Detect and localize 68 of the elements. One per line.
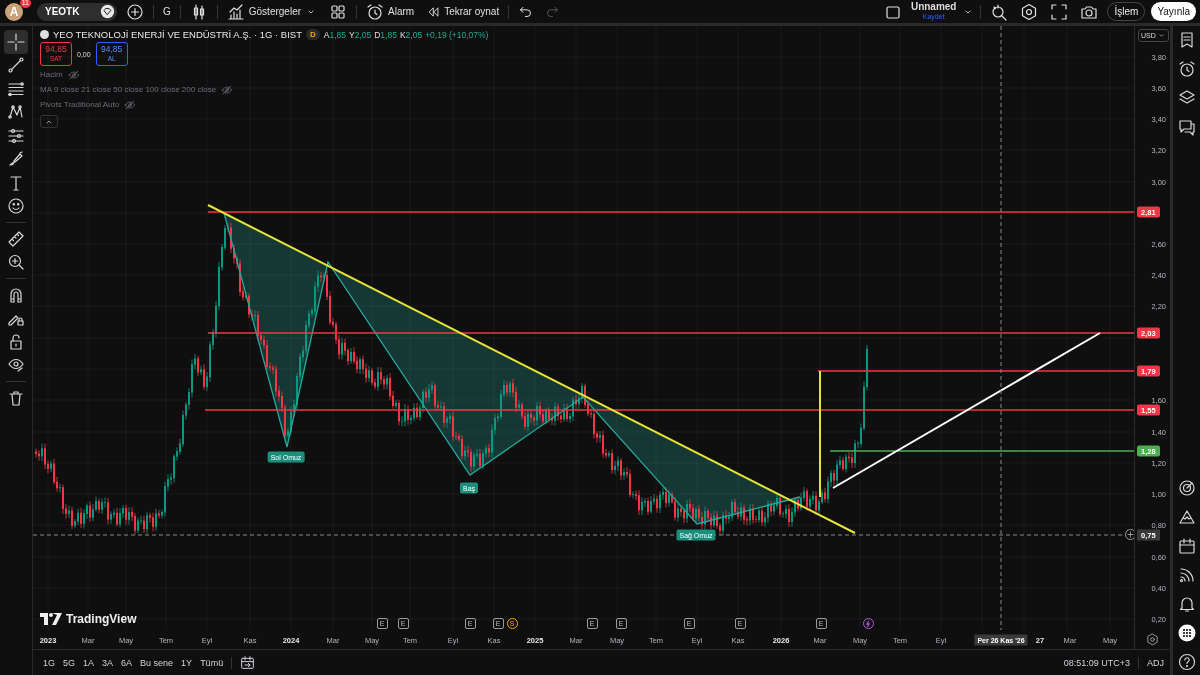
range-button[interactable]: Bu sene <box>140 657 174 668</box>
range-button[interactable]: 1G <box>43 657 55 668</box>
publish-button[interactable]: Yayınla <box>1151 2 1196 21</box>
symbol-search-field[interactable]: YEOTK <box>37 2 117 21</box>
chart-icon <box>226 2 245 21</box>
smiley-icon <box>7 197 25 216</box>
price-change: +0,19 (+10,07%) <box>425 29 489 40</box>
symbol-title: YEO TEKNOLOJİ ENERJİ VE ENDÜSTRİ A.Ş. · 1G · BIST <box>53 29 302 40</box>
trend-line-icon <box>7 56 25 75</box>
lock-icon <box>7 332 25 351</box>
calendar-icon[interactable] <box>1177 537 1196 555</box>
market-status-badge: D <box>306 29 320 40</box>
zigzag-pattern-icon <box>7 103 25 122</box>
logo-text: TradingView <box>66 612 137 626</box>
apps-icon[interactable] <box>1177 624 1196 642</box>
target-icon[interactable] <box>1177 479 1196 497</box>
ohlc-value: A1,85 <box>323 29 346 40</box>
tradingview-logo-icon <box>40 613 62 625</box>
eye-off-icon[interactable] <box>67 68 80 81</box>
range-button[interactable]: Tümü <box>200 657 224 668</box>
magnet-icon <box>7 285 25 304</box>
fullscreen-icon[interactable] <box>1050 2 1069 21</box>
zoom-in-icon <box>7 253 25 272</box>
quick-search-icon[interactable] <box>990 2 1009 21</box>
range-button[interactable]: 3A <box>102 657 114 668</box>
mountains-icon[interactable] <box>1177 508 1196 526</box>
alarm-button[interactable]: Alarm <box>363 0 418 23</box>
forecast-lines-icon <box>7 126 25 145</box>
bell-icon[interactable] <box>1177 595 1196 613</box>
range-button[interactable]: 1A <box>83 657 95 668</box>
ohlc-value: Y2,05 <box>349 29 372 40</box>
range-button[interactable]: 6A <box>121 657 133 668</box>
interval-button[interactable]: G <box>160 4 174 19</box>
range-button[interactable]: 5G <box>63 657 76 668</box>
undo-icon[interactable] <box>518 4 534 19</box>
settings-icon[interactable] <box>1020 2 1039 21</box>
caret-icon <box>1156 31 1166 40</box>
ruler-icon <box>7 229 25 248</box>
layout-grid-icon[interactable] <box>329 2 348 21</box>
add-symbol-icon[interactable] <box>126 2 144 21</box>
indicators-button[interactable]: Göstergeler <box>223 0 321 23</box>
replay-button[interactable]: Tekrar oynat <box>423 2 503 21</box>
brush-icon <box>7 150 25 169</box>
chat-icon[interactable] <box>1177 118 1196 136</box>
lightning-icon <box>864 619 872 628</box>
ohlc-value: K2,05 <box>399 29 423 40</box>
drawing-tool-button[interactable] <box>4 30 28 54</box>
calendar-icon[interactable] <box>240 655 256 670</box>
fib-lines-icon <box>7 79 25 98</box>
layout-name[interactable]: Unnamed <box>910 1 957 12</box>
alarm-clock-icon <box>366 2 385 21</box>
eye-off-icon[interactable] <box>124 98 137 111</box>
symbol-logo-icon <box>40 30 49 39</box>
crosshair-icon <box>7 32 25 51</box>
indicator-name[interactable]: MA 9 close 21 close 50 close 100 close 200 close <box>40 83 217 96</box>
add-alert-icon[interactable] <box>1124 528 1134 541</box>
trash-icon <box>7 388 25 407</box>
indicator-name[interactable]: Pivots Traditional Auto <box>40 98 120 111</box>
broadcast-icon[interactable] <box>1177 566 1196 584</box>
clock-time[interactable]: 08:51:09 UTC+3 <box>1063 657 1130 668</box>
ohlc-value: D1,85 <box>374 29 397 40</box>
alarm-clock-icon[interactable] <box>1177 60 1196 78</box>
help-icon[interactable] <box>1177 653 1196 671</box>
indicator-name[interactable]: Hacim <box>40 68 63 81</box>
rewind-icon <box>426 4 441 19</box>
eye-off-icon[interactable] <box>221 83 234 96</box>
adjustment-button[interactable]: ADJ <box>1147 657 1164 668</box>
range-button[interactable]: 1Y <box>181 657 193 668</box>
